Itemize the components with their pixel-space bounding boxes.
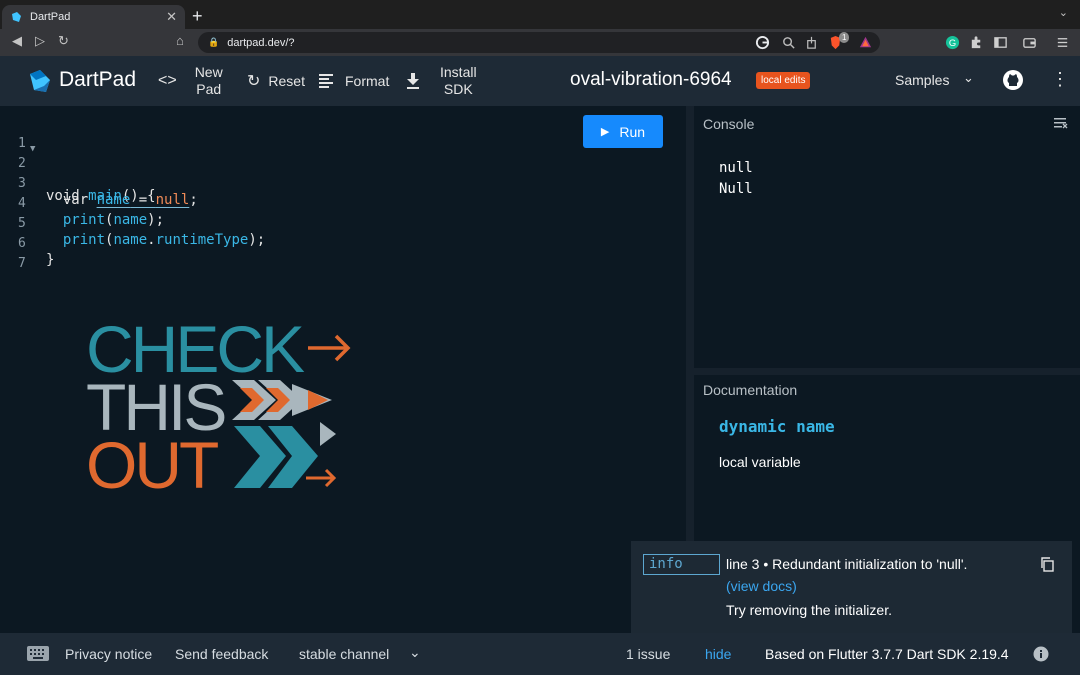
code-line: 5 print(name.runtimeType); <box>0 200 600 248</box>
copy-icon[interactable] <box>1040 557 1054 572</box>
browser-tab-strip: DartPad ✕ + ⌄ <box>0 0 1080 29</box>
grammarly-icon[interactable]: G <box>945 35 960 50</box>
clear-console-icon[interactable] <box>1054 117 1068 129</box>
status-footer: Privacy notice Send feedback stable chan… <box>0 633 1080 675</box>
console-output-line: null <box>719 160 753 176</box>
google-icon[interactable] <box>755 35 770 50</box>
svg-text:G: G <box>949 38 956 48</box>
bookmark-icon[interactable]: ⌂ <box>176 33 184 48</box>
new-pad-label-2: Pad <box>196 81 222 97</box>
keyboard-icon[interactable] <box>27 646 49 661</box>
new-tab-icon[interactable]: + <box>192 5 203 27</box>
tab-close-icon[interactable]: ✕ <box>166 9 177 25</box>
new-pad-button[interactable]: <> New Pad <box>158 56 223 106</box>
shield-count-badge: 1 <box>839 32 850 43</box>
app-header: DartPad <> New Pad ↻ Reset Format Instal… <box>0 56 1080 106</box>
download-icon <box>407 73 419 89</box>
browser-tab[interactable]: DartPad ✕ <box>2 5 185 29</box>
line-number: 7 <box>18 256 26 271</box>
extensions-puzzle-icon[interactable] <box>969 35 984 50</box>
orange-arrow-icon <box>308 334 351 362</box>
play-icon: ▶ <box>600 126 610 138</box>
teal-chevrons-icon <box>234 422 337 488</box>
install-sdk-button[interactable]: Install SDK <box>406 56 477 106</box>
new-pad-label-1: New <box>194 64 223 80</box>
tab-title: DartPad <box>30 11 71 23</box>
view-docs-link[interactable]: (view docs) <box>726 578 797 594</box>
reset-button[interactable]: ↻ Reset <box>247 56 305 106</box>
url-text: dartpad.dev/? <box>227 36 295 49</box>
console-title: Console <box>703 116 755 132</box>
wallet-icon[interactable] <box>1022 35 1037 50</box>
forward-icon[interactable]: ▷ <box>35 33 45 49</box>
privacy-notice-link[interactable]: Privacy notice <box>65 646 152 662</box>
pad-name[interactable]: oval-vibration-6964 <box>570 69 732 91</box>
share-icon[interactable] <box>804 35 819 50</box>
dart-favicon-icon <box>12 12 21 22</box>
reload-icon[interactable]: ↻ <box>58 33 69 49</box>
browser-toolbar: ◀ ▷ ↻ ⌂ 🔒 dartpad.dev/? 1 G <box>0 29 1080 56</box>
send-feedback-link[interactable]: Send feedback <box>175 646 268 662</box>
overlay-text-out: OUT <box>86 428 218 498</box>
console-panel: Console null Null <box>694 106 1080 368</box>
zoom-icon[interactable] <box>781 35 796 50</box>
samples-dropdown[interactable]: Samples <box>895 72 949 88</box>
dart-logo-icon <box>30 70 50 92</box>
gray-chevron-arrow-icon <box>232 380 332 420</box>
code-line: 3 var name = null; <box>0 160 600 208</box>
install-label-2: SDK <box>443 81 473 97</box>
back-icon[interactable]: ◀ <box>12 33 22 49</box>
run-button[interactable]: ▶ Run <box>583 115 663 148</box>
documentation-title: Documentation <box>703 382 798 398</box>
format-button[interactable]: Format <box>319 56 389 106</box>
code-line: 1 <box>0 120 600 151</box>
console-output-line: Null <box>719 181 753 197</box>
info-icon[interactable] <box>1033 646 1049 662</box>
issue-panel: info line 3 • Redundant initialization t… <box>631 541 1072 633</box>
github-icon[interactable] <box>1002 69 1024 91</box>
code-line: 6 } <box>0 220 600 268</box>
doc-signature: dynamic name <box>719 417 835 436</box>
chevron-down-icon[interactable]: ⌄ <box>963 70 974 86</box>
address-bar[interactable]: 🔒 dartpad.dev/? 1 <box>198 32 880 53</box>
check-this-out-graphic: CHECK THIS OUT <box>86 318 351 498</box>
tab-search-icon[interactable]: ⌄ <box>1059 6 1068 19</box>
brand-title: DartPad <box>59 68 137 91</box>
refresh-icon: ↻ <box>247 73 261 90</box>
format-label: Format <box>345 73 390 89</box>
run-label: Run <box>619 123 646 140</box>
sdk-version: Based on Flutter 3.7.7 Dart SDK 2.19.4 <box>765 646 1009 662</box>
code-icon: <> <box>158 72 177 89</box>
doc-kind: local variable <box>719 454 801 470</box>
brave-rewards-icon[interactable] <box>858 35 873 50</box>
issue-message[interactable]: line 3 • Redundant initialization to 'nu… <box>726 556 967 572</box>
issue-count: 1 issue <box>626 646 671 662</box>
sidebar-icon[interactable] <box>993 35 1008 50</box>
code-line: 4 print(name); <box>0 180 600 228</box>
code-line: 2 ▼ void main() { <box>0 140 600 204</box>
panel-splitter[interactable] <box>694 368 1080 375</box>
more-vert-icon[interactable]: ⋮ <box>1051 69 1069 90</box>
format-align-icon <box>319 74 333 88</box>
issue-severity-badge: info <box>643 554 720 575</box>
code-line: 7 <box>0 240 600 271</box>
local-edits-badge: local edits <box>756 72 811 89</box>
fold-arrow-icon[interactable]: ▼ <box>30 144 35 154</box>
reset-label: Reset <box>268 73 305 89</box>
chevron-down-icon[interactable]: ⌄ <box>409 644 421 661</box>
lock-icon: 🔒 <box>208 37 220 47</box>
install-label-1: Install <box>440 64 477 80</box>
hide-issues-link[interactable]: hide <box>705 646 731 662</box>
browser-menu-icon[interactable] <box>1055 35 1070 50</box>
issue-fix-text: Try removing the initializer. <box>726 602 892 618</box>
channel-dropdown[interactable]: stable channel <box>299 646 389 662</box>
